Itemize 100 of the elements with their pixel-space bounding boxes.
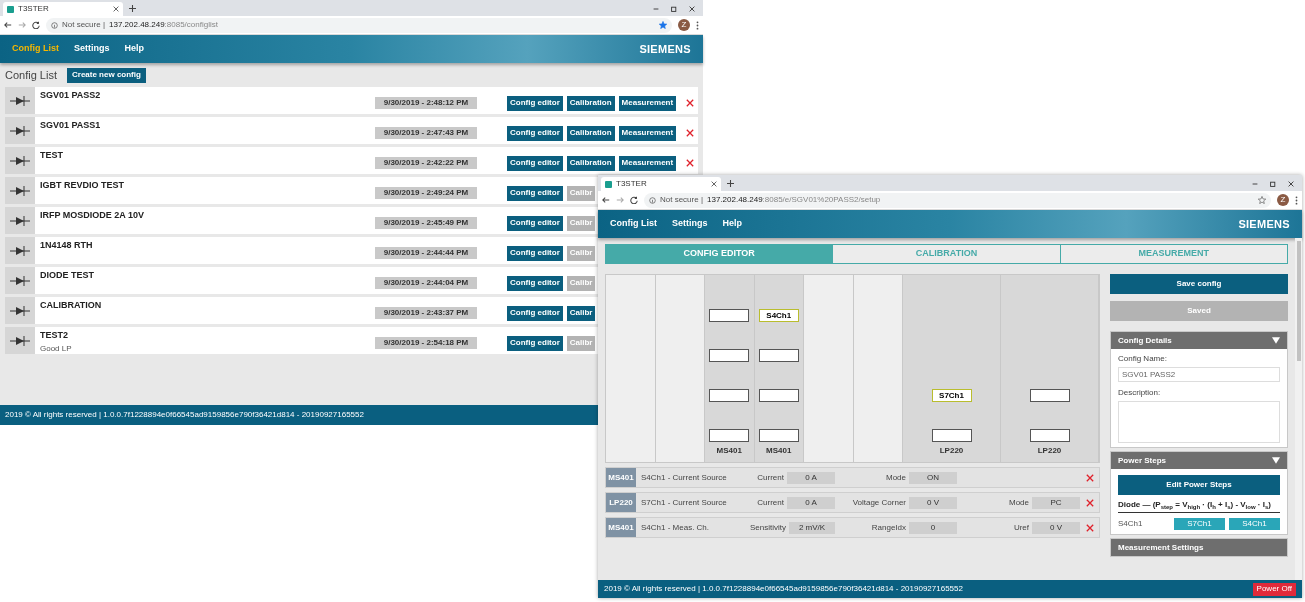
channel-port[interactable] xyxy=(709,309,750,322)
field-label: Current xyxy=(757,471,784,484)
card-label: MS401 xyxy=(766,445,792,457)
nav-link[interactable]: Help xyxy=(124,42,145,56)
edit-power-steps-button[interactable]: Edit Power Steps xyxy=(1118,475,1280,495)
info-icon xyxy=(51,21,58,29)
diode-icon xyxy=(10,245,30,256)
footer-text: 2019 © All rights reserved | 1.0.0.7f1228894e0f66545ad9159856e790f36421d814 - 20190927165552 xyxy=(604,583,964,595)
panel-header[interactable]: Measurement Settings xyxy=(1111,539,1287,556)
address-bar[interactable]: Not secure | 137.202.48.249:8085/e/SGV01%20PASS2/setup xyxy=(644,192,1271,208)
delete-icon[interactable] xyxy=(1085,498,1094,507)
date-label: 9/30/2019 - 2:54:18 PM xyxy=(375,337,477,349)
create-config-button[interactable]: Create new config xyxy=(67,67,146,83)
action-button[interactable]: Calibration xyxy=(566,125,615,141)
channel-port[interactable] xyxy=(758,429,799,442)
channel-port[interactable]: S4Ch1 xyxy=(758,309,799,322)
scrollbar[interactable] xyxy=(1295,238,1302,580)
action-button[interactable]: Measurement xyxy=(618,155,677,171)
menu-icon[interactable] xyxy=(1295,195,1298,205)
field-value[interactable]: PC xyxy=(1032,496,1080,509)
field-value[interactable]: 0 xyxy=(909,521,957,534)
action-button[interactable]: Config editor xyxy=(507,155,563,171)
channel-port[interactable]: S7Ch1 xyxy=(931,389,972,402)
channel-port[interactable] xyxy=(709,429,750,442)
field-value[interactable]: ON xyxy=(909,471,957,484)
delete-icon[interactable] xyxy=(1085,473,1094,482)
action-button[interactable]: Config editor xyxy=(507,275,563,291)
close-icon[interactable] xyxy=(113,6,119,12)
close-icon[interactable] xyxy=(711,181,717,187)
field-value[interactable]: 0 V xyxy=(909,496,957,509)
config-description: Good LP xyxy=(40,342,73,355)
profile-avatar[interactable]: Z xyxy=(1277,194,1289,206)
config-name: CALIBRATION xyxy=(40,299,103,312)
panel-header[interactable]: Config Details xyxy=(1111,332,1287,349)
action-button[interactable]: Config editor xyxy=(507,335,563,351)
module-badge: LP220 xyxy=(606,493,636,512)
action-button[interactable]: Config editor xyxy=(507,185,563,201)
action-button[interactable]: Config editor xyxy=(507,215,563,231)
nav-link[interactable]: Settings xyxy=(74,42,110,56)
delete-icon[interactable] xyxy=(1085,523,1094,532)
channel-port[interactable] xyxy=(709,349,750,362)
panel-header[interactable]: Power Steps xyxy=(1111,452,1287,469)
restore-icon[interactable] xyxy=(1270,181,1276,187)
date-label: 9/30/2019 - 2:49:24 PM xyxy=(375,187,477,199)
delete-icon[interactable] xyxy=(686,99,695,107)
action-button[interactable]: Measurement xyxy=(618,95,677,111)
action-button[interactable]: Calibr xyxy=(566,305,596,321)
diode-icon xyxy=(10,335,30,346)
address-bar[interactable]: Not secure | 137.202.48.249:8085/configlist xyxy=(46,17,672,33)
action-button[interactable]: Measurement xyxy=(618,125,677,141)
close-icon[interactable] xyxy=(1288,181,1294,187)
power-off-button[interactable]: Power Off xyxy=(1252,582,1296,596)
star-icon[interactable] xyxy=(1258,196,1266,204)
action-button[interactable]: Config editor xyxy=(507,305,563,321)
config-name-field[interactable]: SGV01 PASS2 xyxy=(1118,367,1280,382)
menu-icon[interactable] xyxy=(696,20,699,30)
channel-port[interactable] xyxy=(758,389,799,402)
date-label: 9/30/2019 - 2:44:44 PM xyxy=(375,247,477,259)
channel-port[interactable] xyxy=(1029,429,1070,442)
channel-title: S4Ch1 - Current Source xyxy=(640,471,728,484)
channel-port[interactable] xyxy=(931,429,972,442)
close-icon[interactable] xyxy=(689,6,695,12)
back-icon[interactable] xyxy=(602,196,610,204)
url-text: 137.202.48.249:8085/e/SGV01%20PASS2/setup xyxy=(707,194,881,206)
new-tab-icon[interactable] xyxy=(129,5,136,12)
restore-icon[interactable] xyxy=(671,6,677,12)
config-name: TEST xyxy=(40,149,64,162)
field-value[interactable]: 0 A xyxy=(787,496,835,509)
profile-avatar[interactable]: Z xyxy=(678,19,690,31)
field-value[interactable]: 0 A xyxy=(787,471,835,484)
new-tab-icon[interactable] xyxy=(727,180,734,187)
save-config-button[interactable]: Save config xyxy=(1110,274,1288,294)
browser-tab[interactable]: T3STER xyxy=(3,2,123,16)
delete-icon[interactable] xyxy=(686,129,695,137)
action-button[interactable]: Config editor xyxy=(507,125,563,141)
star-icon[interactable] xyxy=(659,21,667,29)
reload-icon[interactable] xyxy=(32,21,40,29)
description-field[interactable] xyxy=(1118,401,1280,443)
channel-port[interactable] xyxy=(758,349,799,362)
channel-port[interactable] xyxy=(709,389,750,402)
nav-link[interactable]: Help xyxy=(722,217,743,231)
nav-link[interactable]: Config List xyxy=(12,42,59,56)
config-name: SGV01 PASS1 xyxy=(40,119,102,132)
config-name: IGBT REVDIO TEST xyxy=(40,179,125,192)
field-value[interactable]: 0 V xyxy=(1032,521,1080,534)
action-button[interactable]: Config editor xyxy=(507,245,563,261)
field-value[interactable]: 2 mV/K xyxy=(789,521,835,534)
channel-port[interactable] xyxy=(1029,389,1070,402)
action-button[interactable]: Calibration xyxy=(566,95,615,111)
nav-link[interactable]: Settings xyxy=(672,217,708,231)
config-name: 1N4148 RTH xyxy=(40,239,94,252)
action-button[interactable]: Config editor xyxy=(507,95,563,111)
action-button[interactable]: Calibration xyxy=(566,155,615,171)
nav-link[interactable]: Config List xyxy=(610,217,657,231)
browser-tab[interactable]: T3STER xyxy=(601,177,721,191)
delete-icon[interactable] xyxy=(686,159,695,167)
date-label: 9/30/2019 - 2:43:37 PM xyxy=(375,307,477,319)
module-badge: MS401 xyxy=(606,518,636,537)
reload-icon[interactable] xyxy=(630,196,638,204)
back-icon[interactable] xyxy=(4,21,12,29)
